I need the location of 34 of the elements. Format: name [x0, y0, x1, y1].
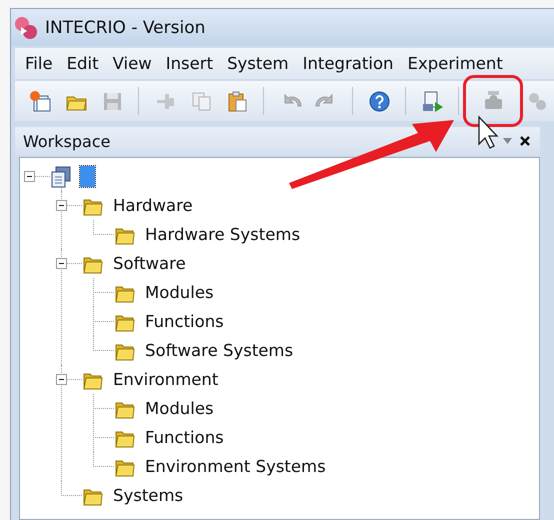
new-project-icon	[28, 90, 52, 112]
collapse-toggle[interactable]	[24, 171, 34, 182]
tree-item[interactable]: Modules	[145, 283, 214, 302]
collapse-toggle[interactable]	[56, 200, 66, 211]
copy-icon	[190, 90, 212, 112]
close-icon[interactable]	[520, 136, 530, 146]
window-title: INTECRIO - Version	[45, 18, 206, 38]
clipboard-icon	[226, 90, 248, 112]
help-icon	[368, 90, 390, 112]
tree-item[interactable]: Environment	[113, 370, 218, 389]
tree-item[interactable]: Software	[113, 254, 186, 273]
tree-item[interactable]: Modules	[145, 399, 214, 418]
menu-item[interactable]: Experiment	[402, 54, 511, 73]
cursor-icon	[478, 115, 499, 149]
tree-item[interactable]: Functions	[145, 428, 224, 447]
menu-item[interactable]: File	[19, 54, 61, 73]
app-logo-icon	[13, 14, 39, 40]
collapse-toggle[interactable]	[56, 374, 66, 385]
document-play-icon	[420, 90, 444, 112]
tree-item[interactable]: Software Systems	[145, 341, 294, 360]
tree-item[interactable]: Functions	[145, 312, 224, 331]
menu-item[interactable]: Integration	[296, 54, 402, 73]
tree-item[interactable]: Environment Systems	[145, 457, 326, 476]
panel-title: Workspace	[23, 132, 110, 150]
menu-item[interactable]: Insert	[160, 54, 222, 73]
menu-item[interactable]: System	[221, 54, 297, 73]
dropdown-icon[interactable]	[503, 138, 512, 144]
tree-item[interactable]: Systems	[113, 486, 184, 505]
tree-item[interactable]: Hardware Systems	[145, 225, 300, 244]
menu-item[interactable]: Edit	[60, 54, 107, 73]
collapse-toggle[interactable]	[56, 258, 66, 269]
menu-item[interactable]: View	[106, 54, 160, 73]
workspace-icon	[50, 166, 72, 188]
tree-item[interactable]: Hardware	[113, 196, 193, 215]
